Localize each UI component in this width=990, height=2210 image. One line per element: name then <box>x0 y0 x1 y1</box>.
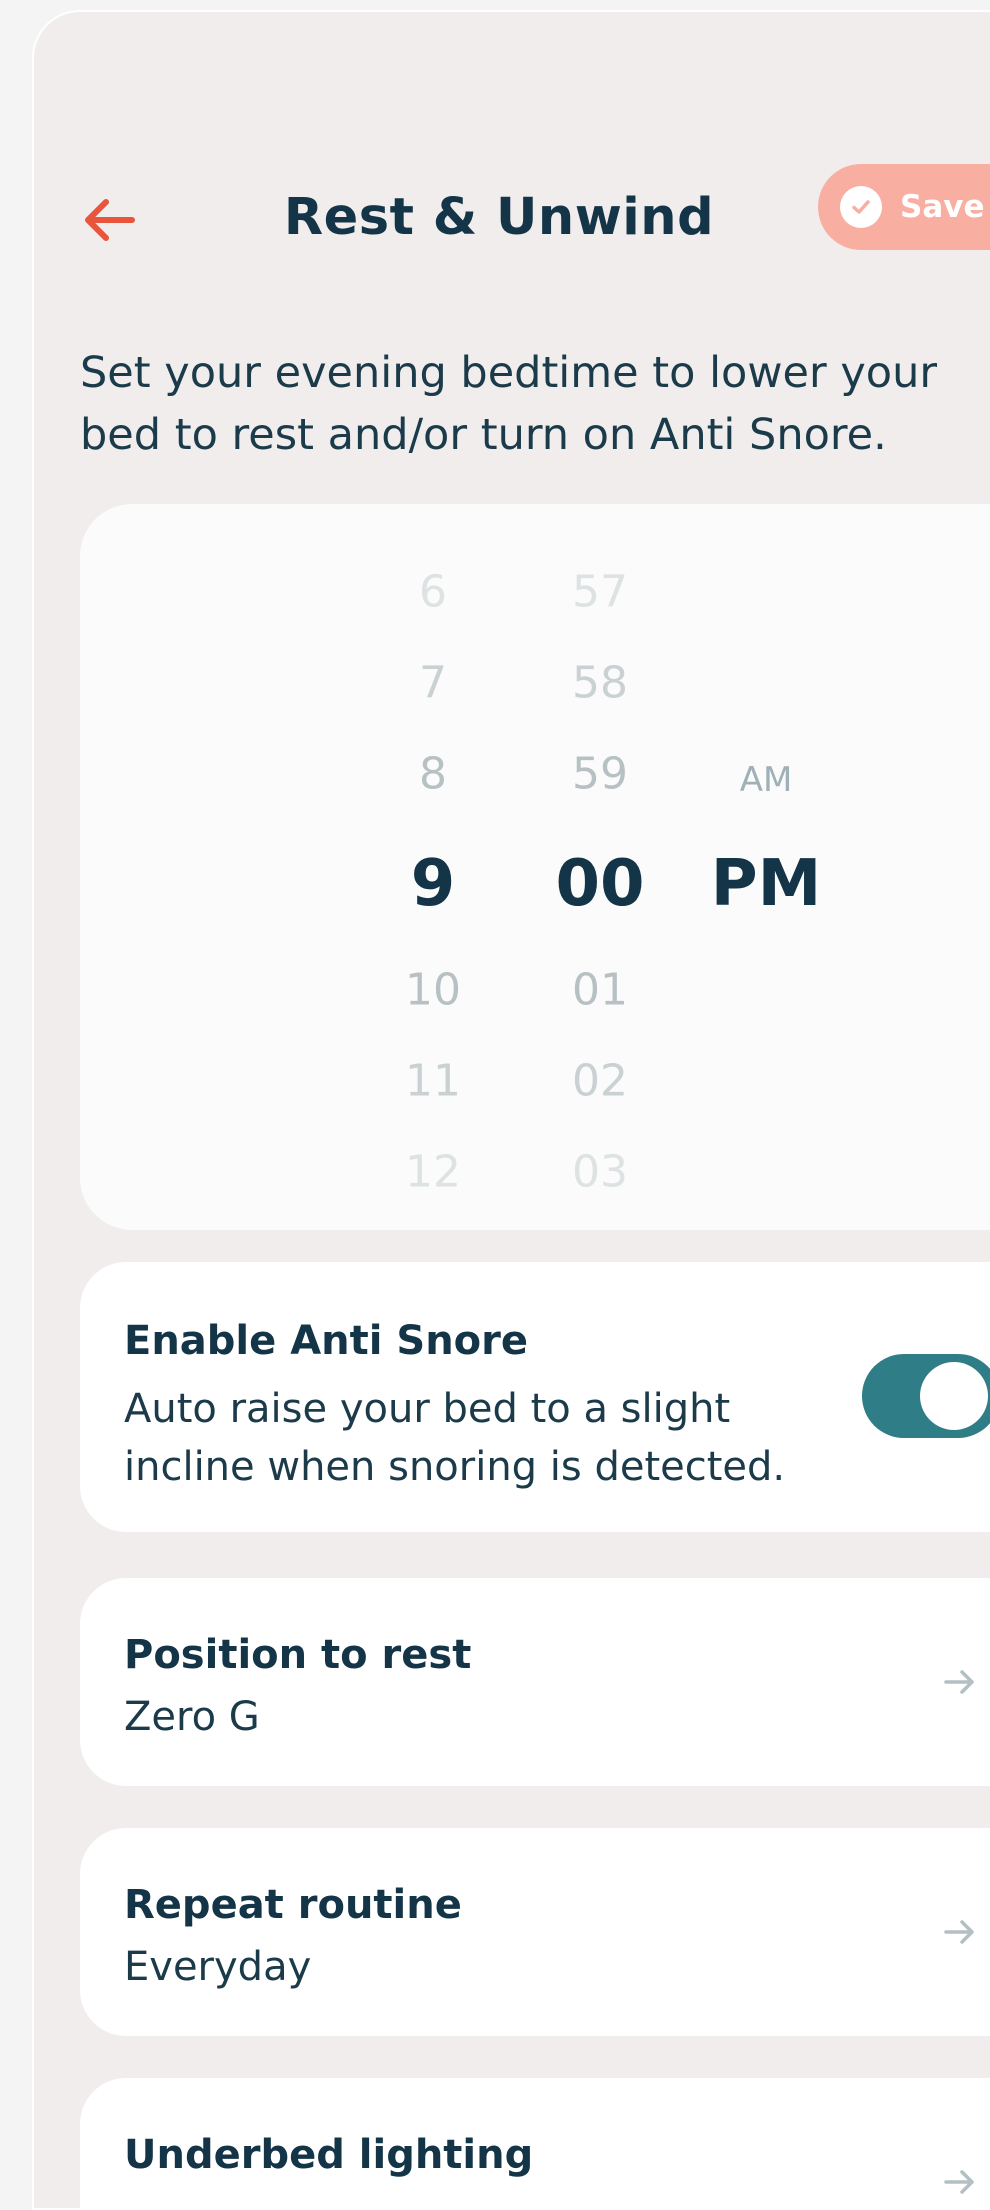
arrow-right-icon <box>944 2170 974 2194</box>
minute-option[interactable]: 02 <box>535 1056 665 1107</box>
setting-row-underbed-lighting[interactable]: Underbed lighting <box>80 2078 990 2208</box>
hour-option[interactable]: 11 <box>368 1056 498 1107</box>
minute-option[interactable]: 59 <box>535 749 665 800</box>
hour-option[interactable]: 12 <box>368 1147 498 1198</box>
check-circle-icon <box>840 186 882 228</box>
hour-selected[interactable]: 9 <box>368 847 498 921</box>
minute-option[interactable]: 01 <box>535 965 665 1016</box>
anti-snore-description: incline when snoring is detected. <box>124 1444 786 1490</box>
minute-selected[interactable]: 00 <box>535 847 665 921</box>
anti-snore-card: Enable Anti Snore Auto raise your bed to… <box>80 1262 990 1532</box>
save-button[interactable]: Save <box>818 164 990 250</box>
anti-snore-toggle[interactable] <box>862 1354 990 1438</box>
setting-row-repeat[interactable]: Repeat routine Everyday <box>80 1828 990 2036</box>
hour-option[interactable]: 10 <box>368 965 498 1016</box>
meridiem-option[interactable]: AM <box>701 760 831 800</box>
arrow-right-icon <box>944 1920 974 1944</box>
setting-title: Repeat routine <box>124 1882 462 1928</box>
meridiem-selected[interactable]: PM <box>701 847 831 921</box>
minute-option[interactable]: 57 <box>535 567 665 618</box>
anti-snore-title: Enable Anti Snore <box>124 1318 529 1364</box>
minute-option[interactable]: 58 <box>535 658 665 709</box>
arrow-right-icon <box>944 1670 974 1694</box>
toggle-knob <box>920 1362 988 1430</box>
anti-snore-description: Auto raise your bed to a slight <box>124 1386 731 1432</box>
setting-row-position[interactable]: Position to rest Zero G <box>80 1578 990 1786</box>
intro-text: Set your evening bedtime to lower your b… <box>80 348 938 460</box>
setting-title: Position to rest <box>124 1632 472 1678</box>
setting-title: Underbed lighting <box>124 2132 534 2178</box>
hour-option[interactable]: 8 <box>368 749 498 800</box>
minute-option[interactable]: 03 <box>535 1147 665 1198</box>
app-screen: Rest & Unwind Save Set your evening bedt… <box>32 10 990 2210</box>
hour-option[interactable]: 7 <box>368 658 498 709</box>
setting-value: Everyday <box>124 1944 312 1990</box>
time-picker: 6 7 8 9 10 11 12 57 58 59 00 01 02 03 AM… <box>80 504 990 1230</box>
setting-value: Zero G <box>124 1694 260 1740</box>
hour-option[interactable]: 6 <box>368 567 498 618</box>
save-label: Save <box>900 189 985 225</box>
